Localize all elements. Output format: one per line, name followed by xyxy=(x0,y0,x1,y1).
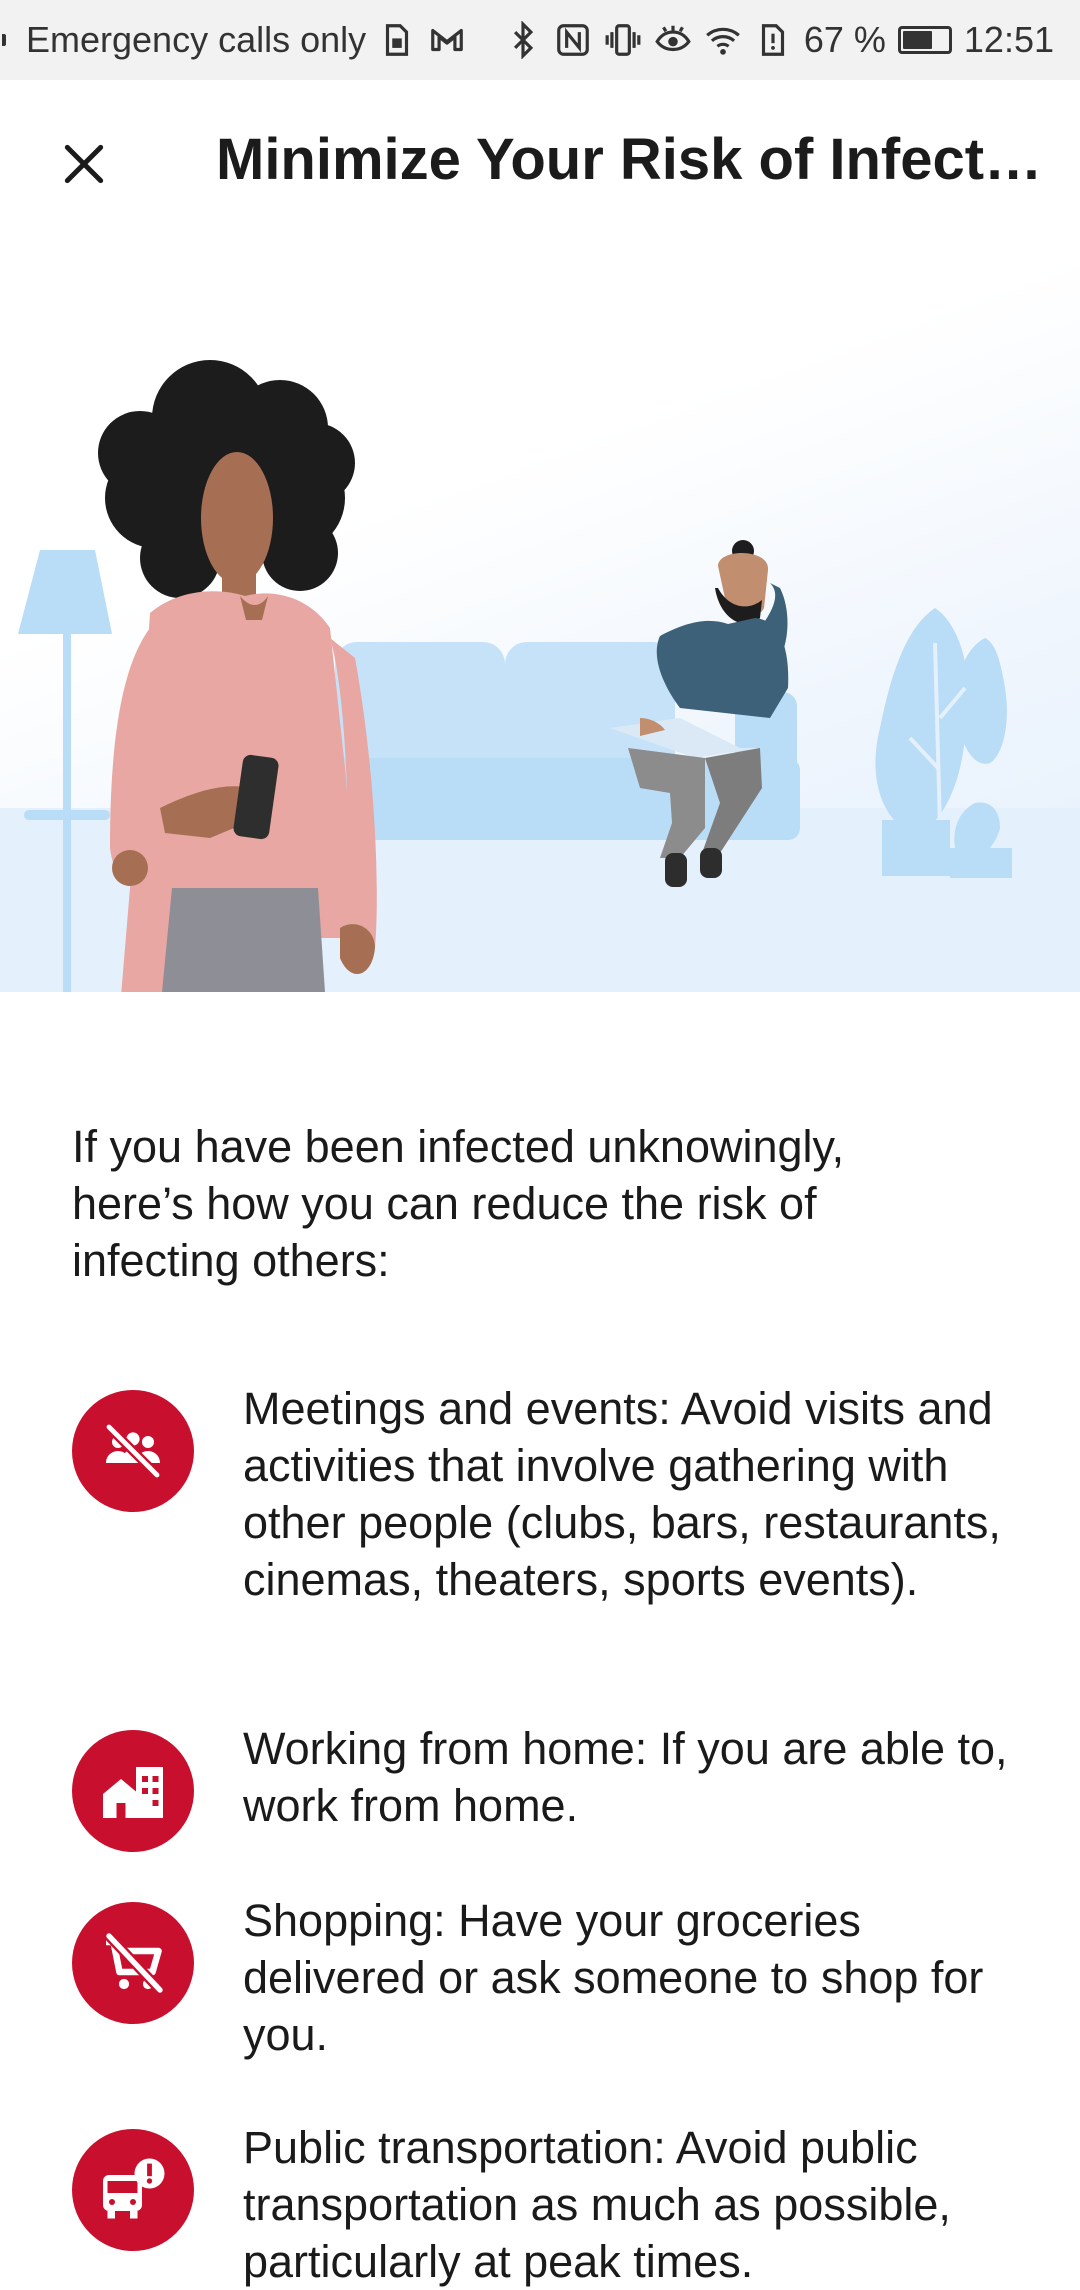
close-icon xyxy=(64,144,104,184)
eye-comfort-icon xyxy=(654,21,692,59)
clock: 12:51 xyxy=(963,19,1054,60)
tip-text: Shopping: Have your groceries delivered … xyxy=(243,1895,984,2060)
page-title: Minimize Your Risk of Infecting Others xyxy=(216,127,1056,192)
no-gathering-icon xyxy=(72,1390,194,1512)
hero-illustration-graphic xyxy=(0,360,1080,992)
close-button[interactable] xyxy=(44,124,124,204)
woman-with-phone xyxy=(98,360,377,992)
carrier-text: Emergency calls only xyxy=(26,19,367,60)
status-bar-right: 67 % 12:51 xyxy=(2,19,1054,61)
gmail-icon xyxy=(428,21,466,59)
battery-icon xyxy=(2,26,952,54)
home-office-icon xyxy=(72,1730,194,1852)
vibrate-icon xyxy=(604,21,642,59)
plant xyxy=(875,608,1012,878)
hero-illustration xyxy=(0,248,1080,992)
tip-text: Meetings and events: Avoid visits and ac… xyxy=(243,1383,1001,1605)
intro-text: If you have been infected unknowingly, h… xyxy=(72,1121,845,1286)
tip-text: Public transportation: Avoid public tran… xyxy=(243,2122,951,2287)
bluetooth-icon xyxy=(504,21,542,59)
status-bar-left: Emergency calls only xyxy=(26,19,466,61)
data-alert-icon xyxy=(754,21,792,59)
no-shopping-icon xyxy=(72,1902,194,2024)
battery-percent: 67 % xyxy=(803,19,886,60)
tip-text: Working from home: If you are able to, w… xyxy=(243,1723,1008,1831)
bus-alert-icon xyxy=(72,2129,194,2251)
status-bar: Emergency calls only 67 % 12:51 xyxy=(0,0,1080,80)
app-bar: Minimize Your Risk of Infecting Others xyxy=(0,80,1080,248)
nfc-icon xyxy=(554,21,592,59)
sim-icon xyxy=(378,21,416,59)
wifi-icon xyxy=(704,21,742,59)
